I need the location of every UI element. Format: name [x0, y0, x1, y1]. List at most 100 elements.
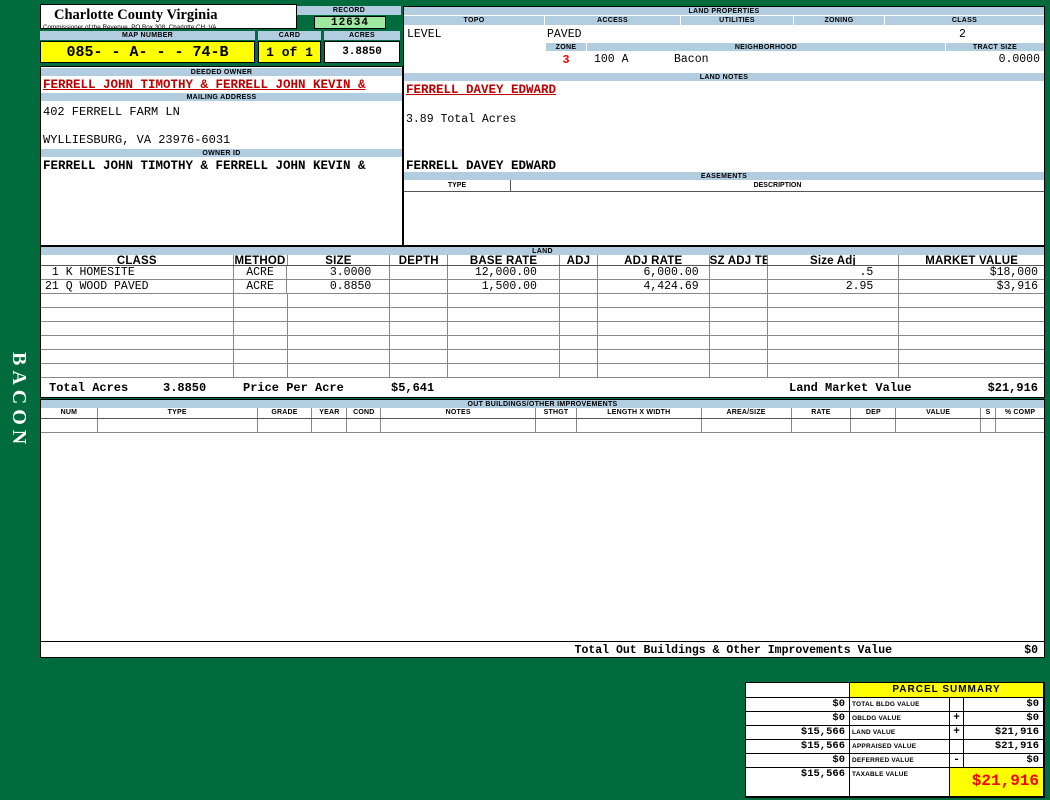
owner-id-header: OWNER ID — [41, 149, 402, 157]
land-market-value: $3,916 — [996, 280, 1038, 293]
neighborhood-vertical-label: BACON — [8, 352, 30, 450]
easements-col-description: DESCRIPTION — [753, 182, 802, 189]
col-sthgt: STHGT — [536, 408, 577, 418]
parcel-summary-title: PARCEL SUMMARY — [850, 683, 1044, 698]
prior-total-bldg-value: $0 — [746, 698, 850, 712]
col-type: TYPE — [98, 408, 258, 418]
land-table-empty-row — [41, 322, 1044, 336]
col-s: S — [981, 408, 997, 418]
acres-value: 3.8850 — [324, 41, 400, 63]
land-market-value-label: Land Market Value — [789, 381, 912, 395]
col-year: YEAR — [312, 408, 348, 418]
col-grade: GRADE — [258, 408, 313, 418]
summary-operator: - — [950, 754, 964, 768]
prior-appraised-value: $15,566 — [746, 740, 850, 754]
land-notes-header: LAND NOTES — [404, 73, 1044, 81]
current-total-bldg-value: $0 — [964, 698, 1044, 712]
price-per-acre-value: $5,641 — [391, 381, 435, 395]
deeded-owner-name-continued: FERRELL DAVEY EDWARD — [406, 83, 557, 97]
neighborhood-name: Bacon — [674, 53, 709, 66]
card-value: 1 of 1 — [258, 41, 321, 63]
col-class: CLASS — [885, 16, 1044, 25]
total-acres-value: 3.8850 — [163, 381, 207, 395]
land-table-row: 21 Q WOOD PAVED ACRE 0.8850 1,500.00 4,4… — [41, 280, 1044, 294]
card-header: CARD — [258, 31, 321, 40]
price-per-acre-label: Price Per Acre — [243, 381, 344, 395]
col-land-depth: DEPTH — [390, 255, 449, 265]
summary-operator — [950, 698, 964, 712]
county-title: Charlotte County Virginia — [54, 7, 218, 23]
col-land-base-rate: BASE RATE — [448, 255, 560, 265]
col-length-width: LENGTH X WIDTH — [577, 408, 702, 418]
taxable-value: $21,916 — [950, 768, 1044, 797]
topo-value: LEVEL — [407, 28, 442, 41]
summary-operator: + — [950, 712, 964, 726]
col-topo: TOPO — [404, 16, 544, 25]
col-land-market-value: MARKET VALUE — [925, 255, 1019, 265]
prior-land-value: $15,566 — [746, 726, 850, 740]
col-notes: NOTES — [381, 408, 537, 418]
prior-taxable-value: $15,566 — [746, 768, 850, 797]
col-zoning: ZONING — [794, 16, 884, 25]
land-properties-columns: TOPO ACCESS UTILITIES ZONING CLASS — [404, 16, 1044, 25]
land-table-empty-row — [41, 336, 1044, 350]
land-size: 3.0000 — [287, 266, 391, 279]
land-market-value: $18,000 — [989, 266, 1038, 279]
current-appraised-value: $21,916 — [964, 740, 1044, 754]
zone-header: ZONE — [546, 43, 586, 51]
summary-operator: + — [950, 726, 964, 740]
col-land-class: CLASS — [41, 255, 234, 265]
out-buildings-empty-row — [41, 419, 1044, 433]
property-record-card: BACON Charlotte County Virginia Commissi… — [0, 0, 1050, 800]
summary-operator — [950, 740, 964, 754]
col-land-method: METHOD — [234, 255, 288, 265]
mailing-address-header: MAILING ADDRESS — [41, 93, 402, 101]
col-land-sz-adj-tbl: SZ ADJ TBL — [710, 255, 768, 265]
current-deferred-value: $0 — [964, 754, 1044, 768]
label-total-bldg-value: TOTAL BLDG VALUE — [850, 698, 950, 712]
col-access: ACCESS — [545, 16, 680, 25]
parcel-summary: PARCEL SUMMARY $0 TOTAL BLDG VALUE $0 $0… — [745, 682, 1045, 798]
label-land-value: LAND VALUE — [850, 726, 950, 740]
col-rate: RATE — [792, 408, 852, 418]
mailing-address-line1: 402 FERRELL FARM LN — [43, 105, 180, 119]
land-table-columns: CLASS METHOD SIZE DEPTH BASE RATE ADJ AD… — [41, 255, 1044, 266]
access-value: PAVED — [547, 28, 582, 41]
land-table-empty-row — [41, 294, 1044, 308]
out-buildings-header: OUT BUILDINGS/OTHER IMPROVEMENTS — [41, 400, 1044, 408]
easements-columns: TYPE DESCRIPTION — [404, 180, 1044, 192]
prior-deferred-value: $0 — [746, 754, 850, 768]
col-land-size-adj: Size Adj — [768, 255, 900, 265]
label-appraised-value: APPRAISED VALUE — [850, 740, 950, 754]
easements-col-type: TYPE — [404, 180, 511, 191]
col-cond: COND — [347, 408, 382, 418]
land-adj-rate: 4,424.69 — [598, 280, 710, 293]
land-totals-row: Total Acres 3.8850 Price Per Acre $5,641… — [41, 378, 1044, 397]
easements-header: EASEMENTS — [404, 172, 1044, 180]
land-note: 3.89 Total Acres — [406, 113, 517, 126]
label-deferred-value: DEFERRED VALUE — [850, 754, 950, 768]
land-base-rate: 12,000.00 — [448, 266, 560, 279]
label-obldg-value: OBLDG VALUE — [850, 712, 950, 726]
land-class: 1 K HOMESITE — [41, 266, 234, 279]
col-value: VALUE — [896, 408, 982, 418]
county-header: Charlotte County Virginia Commissioner o… — [40, 4, 297, 31]
col-area-size: AREA/SIZE — [702, 408, 792, 418]
county-subtitle: Commissioner of the Revenue, PO Box 308,… — [43, 24, 217, 31]
land-adj-rate: 6,000.00 — [598, 266, 710, 279]
land-table-header: LAND — [41, 247, 1044, 255]
land-table-empty-row — [41, 350, 1044, 364]
map-number-value: 085- - A- - - 74-B — [40, 41, 255, 63]
current-land-value: $21,916 — [964, 726, 1044, 740]
acres-header: ACRES — [324, 31, 400, 40]
land-table-row: 1 K HOMESITE ACRE 3.0000 12,000.00 6,000… — [41, 266, 1044, 280]
col-dep: DEP — [851, 408, 897, 418]
land-base-rate: 1,500.00 — [448, 280, 560, 293]
land-properties-panel: LAND PROPERTIES TOPO ACCESS UTILITIES ZO… — [403, 6, 1045, 246]
land-size-adj: 2.95 — [768, 280, 900, 293]
label-taxable-value: TAXABLE VALUE — [850, 768, 950, 797]
land-method: ACRE — [234, 280, 288, 293]
land-table: LAND CLASS METHOD SIZE DEPTH BASE RATE A… — [40, 246, 1045, 398]
land-size-adj: .5 — [768, 266, 900, 279]
land-table-empty-row — [41, 308, 1044, 322]
